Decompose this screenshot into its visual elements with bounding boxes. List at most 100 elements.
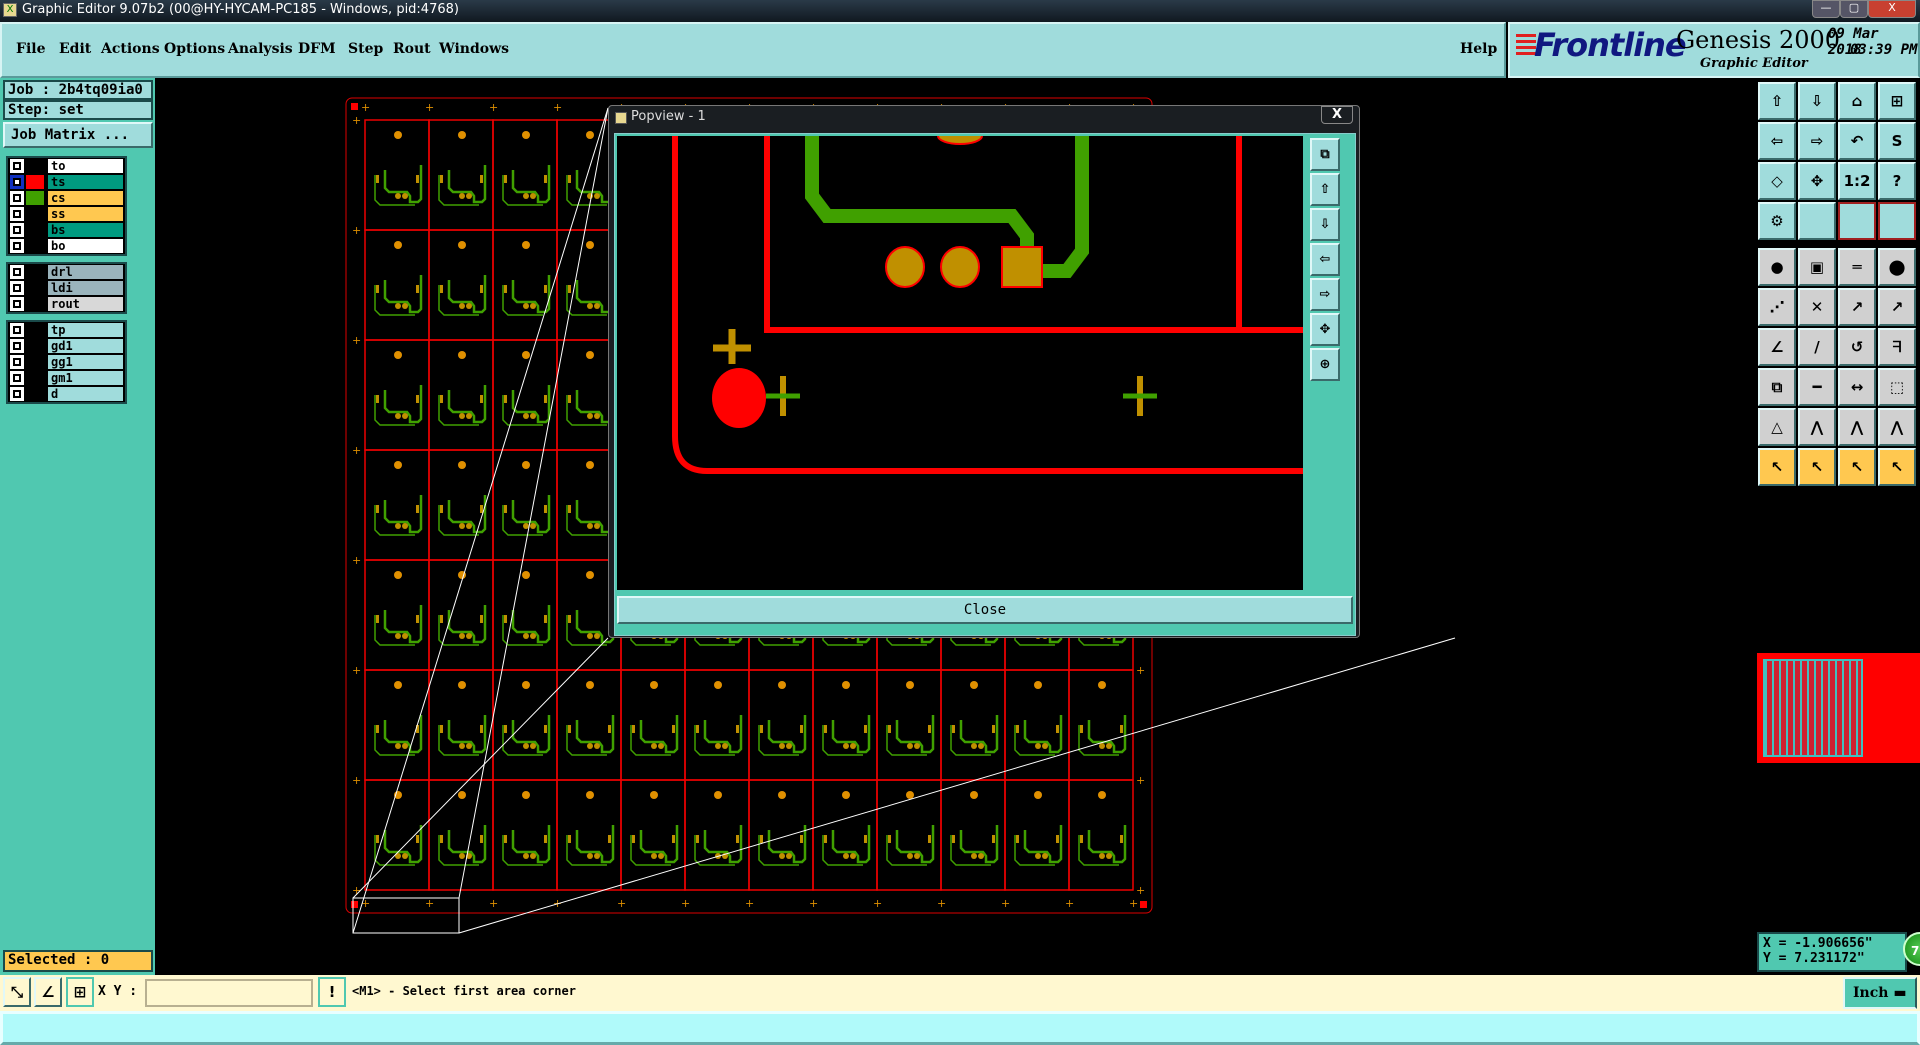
line-angle-icon[interactable]: ∠ xyxy=(1758,328,1796,366)
minimize-button[interactable]: — xyxy=(1812,0,1840,18)
pan-down-icon[interactable]: ⇩ xyxy=(1310,208,1340,241)
menu-help[interactable]: Help xyxy=(1460,41,1497,57)
layer-row-ldi[interactable]: ldi xyxy=(10,280,125,296)
layer-checkbox[interactable] xyxy=(10,387,24,401)
triangle-2-icon[interactable]: ⋀ xyxy=(1798,408,1836,446)
popview-close-button[interactable]: Close xyxy=(617,596,1353,624)
zoom-pan-icon[interactable]: ✥ xyxy=(1798,162,1836,200)
layer-row-cs[interactable]: cs xyxy=(10,190,125,206)
pan-up-icon[interactable]: ⇧ xyxy=(1310,173,1340,206)
layer-row-ts[interactable]: ts xyxy=(10,174,125,190)
layer-checkbox[interactable] xyxy=(10,297,24,311)
pan-right-icon[interactable]: ⇨ xyxy=(1310,278,1340,311)
mirror-icon[interactable]: ᖷ xyxy=(1878,328,1916,366)
menu-edit[interactable]: Edit xyxy=(59,41,91,57)
layer-checkbox[interactable] xyxy=(10,175,24,189)
menu-options[interactable]: Options xyxy=(164,41,225,57)
layer-row-gg1[interactable]: gg1 xyxy=(10,354,125,370)
job-matrix-button[interactable]: Job Matrix ... xyxy=(3,122,153,148)
delete-icon[interactable]: ✕ xyxy=(1798,288,1836,326)
select-net-icon[interactable]: ↖ xyxy=(1878,448,1916,486)
layer-row-tp[interactable]: tp xyxy=(10,322,125,338)
popview-canvas[interactable] xyxy=(617,136,1303,590)
layer-checkbox[interactable] xyxy=(10,223,24,237)
layers-red-icon[interactable] xyxy=(1838,202,1876,240)
units-dropdown[interactable]: Inch ▬ xyxy=(1843,977,1917,1009)
feature-info-icon[interactable]: ● xyxy=(1758,248,1796,286)
line-split-icon[interactable]: ━ xyxy=(1798,368,1836,406)
grid-snap-icon[interactable]: ⊞ xyxy=(66,977,94,1007)
1:2-icon[interactable]: 1:2 xyxy=(1838,162,1876,200)
layer-checkbox[interactable] xyxy=(10,191,24,205)
layer-checkbox[interactable] xyxy=(10,207,24,221)
shapes-icon[interactable]: ⬚ xyxy=(1878,368,1916,406)
maximize-button[interactable]: ▢ xyxy=(1840,0,1868,18)
layer-checkbox[interactable] xyxy=(10,323,24,337)
layers-red-2-icon[interactable] xyxy=(1878,202,1916,240)
layer-checkbox[interactable] xyxy=(10,339,24,353)
xy-input[interactable] xyxy=(145,979,313,1007)
layer-checkbox[interactable] xyxy=(10,159,24,173)
pan-up-icon[interactable]: ⇧ xyxy=(1758,82,1796,120)
menu-dfm[interactable]: DFM xyxy=(298,41,336,57)
move-pad-icon[interactable]: ⧉ xyxy=(1758,368,1796,406)
line-icon[interactable]: / xyxy=(1798,328,1836,366)
layer-checkbox[interactable] xyxy=(10,281,24,295)
select-poly-icon[interactable]: ↖ xyxy=(1838,448,1876,486)
zoom-fit-icon[interactable]: ◇ xyxy=(1758,162,1796,200)
select-box-icon[interactable]: ↖ xyxy=(1798,448,1836,486)
pan-down-icon[interactable]: ⇩ xyxy=(1798,82,1836,120)
undo-view-icon[interactable]: ↶ xyxy=(1838,122,1876,160)
dimension-icon[interactable]: ↔ xyxy=(1838,368,1876,406)
layer-row-ss[interactable]: ss xyxy=(10,206,125,222)
layer-checkbox[interactable] xyxy=(10,239,24,253)
measure-icon[interactable]: ═ xyxy=(1838,248,1876,286)
pan-right-icon[interactable]: ⇨ xyxy=(1798,122,1836,160)
triangle-1-icon[interactable]: △ xyxy=(1758,408,1796,446)
layer-checkbox[interactable] xyxy=(10,265,24,279)
layer-row-bs[interactable]: bs xyxy=(10,222,125,238)
close-window-button[interactable]: X xyxy=(1868,0,1916,18)
layer-row-drl[interactable]: drl xyxy=(10,264,125,280)
alert-icon[interactable]: ! xyxy=(318,977,346,1007)
move-icon[interactable]: ↗ xyxy=(1838,288,1876,326)
pan-left-icon[interactable]: ⇦ xyxy=(1310,243,1340,276)
layer-row-rout[interactable]: rout xyxy=(10,296,125,312)
layer-row-d[interactable]: d xyxy=(10,386,125,402)
zoom-area-icon[interactable]: ▣ xyxy=(1798,248,1836,286)
menu-analysis[interactable]: Analysis xyxy=(228,41,293,57)
angle-mode-icon[interactable]: ∠ xyxy=(34,977,62,1007)
home-icon[interactable]: ⌂ xyxy=(1838,82,1876,120)
layer-row-gm1[interactable]: gm1 xyxy=(10,370,125,386)
layer-checkbox[interactable] xyxy=(10,355,24,369)
select-icon[interactable]: ↖ xyxy=(1758,448,1796,486)
grid-xy-icon[interactable]: ⊞ xyxy=(1878,82,1916,120)
menu-rout[interactable]: Rout xyxy=(393,41,431,57)
pad-icon[interactable]: ⬤ xyxy=(1878,248,1916,286)
layer-row-bo[interactable]: bo xyxy=(10,238,125,254)
grid-icon[interactable] xyxy=(1798,202,1836,240)
layer-row-to[interactable]: to xyxy=(10,158,125,174)
zoom-mode-icon[interactable]: ⤡ xyxy=(3,977,31,1007)
menu-windows[interactable]: Windows xyxy=(439,41,509,57)
triangle-4-icon[interactable]: ⋀ xyxy=(1878,408,1916,446)
tools-icon[interactable]: ⚙ xyxy=(1758,202,1796,240)
overview-map[interactable] xyxy=(1757,653,1920,763)
menu-actions[interactable]: Actions xyxy=(101,41,160,57)
command-line[interactable] xyxy=(0,1011,1920,1045)
zoom-box-icon[interactable]: ⧉ xyxy=(1310,138,1340,171)
connect-icon[interactable]: ⋰ xyxy=(1758,288,1796,326)
copy-icon[interactable]: ↗ xyxy=(1878,288,1916,326)
triangle-3-icon[interactable]: ⋀ xyxy=(1838,408,1876,446)
snap-icon[interactable]: S xyxy=(1878,122,1916,160)
menu-file[interactable]: File xyxy=(16,41,45,57)
menu-step[interactable]: Step xyxy=(348,41,383,57)
popview-close-x[interactable]: X xyxy=(1321,106,1353,124)
arc-icon[interactable]: ↺ xyxy=(1838,328,1876,366)
help-icon[interactable]: ? xyxy=(1878,162,1916,200)
zoom-in-icon[interactable]: ✥ xyxy=(1310,313,1340,346)
layer-checkbox[interactable] xyxy=(10,371,24,385)
zoom-out-icon[interactable]: ⊕ xyxy=(1310,348,1340,381)
pan-left-icon[interactable]: ⇦ xyxy=(1758,122,1796,160)
layer-row-gd1[interactable]: gd1 xyxy=(10,338,125,354)
